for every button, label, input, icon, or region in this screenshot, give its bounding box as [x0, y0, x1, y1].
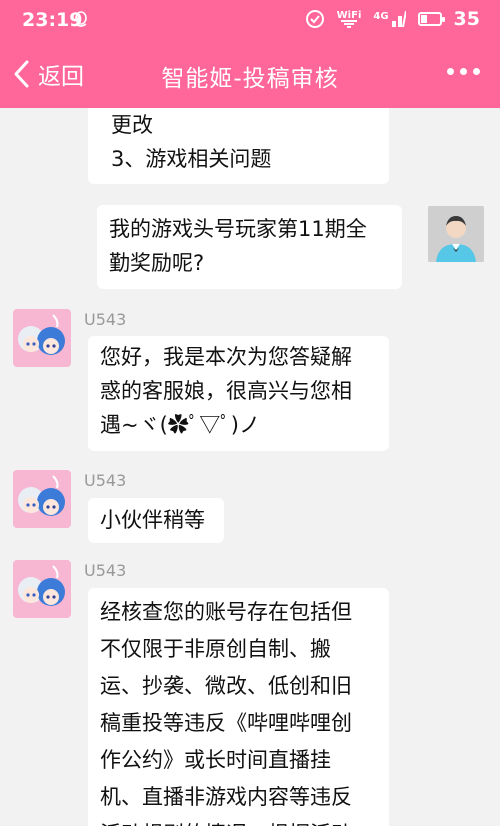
message-line: 遇~ヾ(✿ﾟ▽ﾟ)ノ [100, 413, 260, 437]
message-line: 机、直播非游戏内容等违反 [100, 785, 352, 809]
message-line: 不仅限于非原创自制、搬 [100, 637, 331, 661]
battery-icon [417, 12, 445, 26]
message-line: 更改 [111, 113, 153, 137]
anime-girls-avatar-icon [13, 560, 71, 618]
chat-message-list[interactable]: 更改 3、游戏相关问题 我的游戏头号玩家第11期全 勤奖励呢? U543 您好，… [0, 108, 500, 826]
battery-percent: 35 [453, 8, 480, 30]
message-line: 稿重投等违反《哔哩哔哩创 [100, 711, 352, 735]
message-bubble: 更改 3、游戏相关问题 [88, 108, 389, 184]
page-title: 智能姬-投稿审核 [161, 66, 339, 92]
user-avatar[interactable] [428, 206, 484, 262]
message-bubble: 您好，我是本次为您答疑解 惑的客服娘，很高兴与您相 遇~ヾ(✿ﾟ▽ﾟ)ノ [88, 336, 389, 451]
bot-avatar[interactable] [13, 470, 71, 528]
sender-name: U543 [84, 561, 127, 580]
wifi-label: WiFi [336, 9, 362, 21]
anime-girls-avatar-icon [13, 470, 71, 528]
network-label: 4G [373, 11, 389, 22]
bot-avatar[interactable] [13, 560, 71, 618]
message-line: 小伙伴稍等 [100, 508, 205, 532]
message-bubble: 小伙伴稍等 [88, 498, 224, 543]
person-icon [428, 206, 484, 262]
qq-icon [75, 11, 87, 27]
anime-girls-avatar-icon [13, 309, 71, 367]
status-bar: 23:19 WiFi 4G 35 [0, 0, 500, 42]
signal-icon: 4G [373, 11, 406, 27]
sender-name: U543 [84, 310, 127, 329]
more-dots-icon [447, 68, 454, 75]
more-options-button[interactable] [443, 64, 484, 79]
message-line: 我的游戏头号玩家第11期全 [109, 217, 367, 241]
sender-name: U543 [84, 471, 127, 490]
message-line: 运、抄袭、微改、低创和旧 [100, 674, 352, 698]
wifi-icon: WiFi [336, 9, 362, 28]
message-line: 作公约》或长时间直播挂 [100, 748, 331, 772]
message-bubble: 经核查您的账号存在包括但 不仅限于非原创自制、搬 运、抄袭、微改、低创和旧 稿重… [88, 588, 389, 826]
message-line: 活动规则的情况，根据活动 [100, 816, 377, 826]
title-bar: 返回 智能姬-投稿审核 [0, 42, 500, 108]
message-bubble-self: 我的游戏头号玩家第11期全 勤奖励呢? [97, 205, 402, 289]
sync-icon [305, 10, 324, 28]
bot-avatar[interactable] [13, 309, 71, 367]
message-line: 您好，我是本次为您答疑解 [100, 345, 352, 369]
message-line: 勤奖励呢? [109, 251, 205, 275]
message-line: 经核查您的账号存在包括但 [100, 600, 352, 624]
message-line: 惑的客服娘，很高兴与您相 [100, 379, 352, 403]
message-line: 3、游戏相关问题 [111, 147, 272, 171]
